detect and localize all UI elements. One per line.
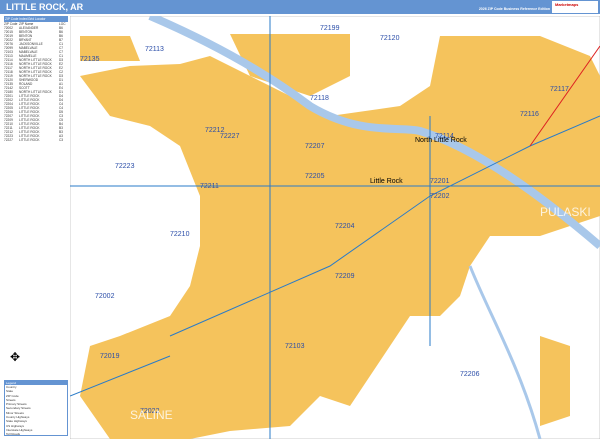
- index-cell: 72227: [4, 138, 13, 142]
- index-cell: LITTLE ROCK: [19, 138, 40, 142]
- zip-label: 72206: [460, 371, 480, 378]
- index-row: 72227 LITTLE ROCK C3: [4, 138, 68, 142]
- zip-label: 72019: [100, 353, 120, 360]
- city-label: Little Rock: [370, 178, 403, 185]
- zip-label: 72103: [285, 343, 305, 350]
- zip-label: 72002: [95, 293, 115, 300]
- map-title: LITTLE ROCK, AR: [6, 2, 84, 12]
- zip-label: 72223: [115, 163, 135, 170]
- legend-item: Toll Roads: [6, 432, 21, 437]
- zip-label: 72118: [310, 95, 329, 102]
- zip-label: 72209: [335, 273, 355, 280]
- zip-label: 72113: [145, 46, 164, 53]
- index-cell: C3: [59, 138, 64, 142]
- brand-logo: Marketmaps: [552, 1, 598, 13]
- zip-label: 72120: [380, 35, 400, 42]
- map-area[interactable]: 72135 72113 72199 72120 72117 72118 72116 72212…: [69, 12, 600, 440]
- zip-index-table: ZIP Code Index/Grid Locator ZIP Code ZIP…: [4, 16, 68, 142]
- city-label: North Little Rock: [415, 137, 467, 144]
- zip-label: 72202: [430, 193, 450, 200]
- county-label: PULASKI: [540, 205, 591, 219]
- zip-label: 72135: [80, 56, 100, 63]
- zip-label: 72204: [335, 223, 355, 230]
- zip-label: 72207: [305, 143, 325, 150]
- zip-label: 72117: [550, 86, 569, 93]
- header-bar: LITTLE ROCK, AR 2026 ZIP Code Business R…: [0, 0, 600, 14]
- zip-label: 72210: [170, 231, 190, 238]
- zip-label: 72201: [430, 178, 450, 185]
- zip-label: 72116: [520, 111, 539, 118]
- zip-label: 72211: [200, 183, 219, 190]
- map-legend: Legend Country State ZIP Code Streets Primar…: [4, 380, 68, 436]
- zip-label: 72227: [220, 133, 240, 140]
- map-subtitle: 2026 ZIP Code Business Reference Edition: [478, 7, 550, 11]
- zip-label: 72205: [305, 173, 325, 180]
- county-label: SALINE: [130, 408, 173, 422]
- compass-rose-icon: ✥: [10, 350, 21, 364]
- zip-label: 72199: [320, 25, 340, 32]
